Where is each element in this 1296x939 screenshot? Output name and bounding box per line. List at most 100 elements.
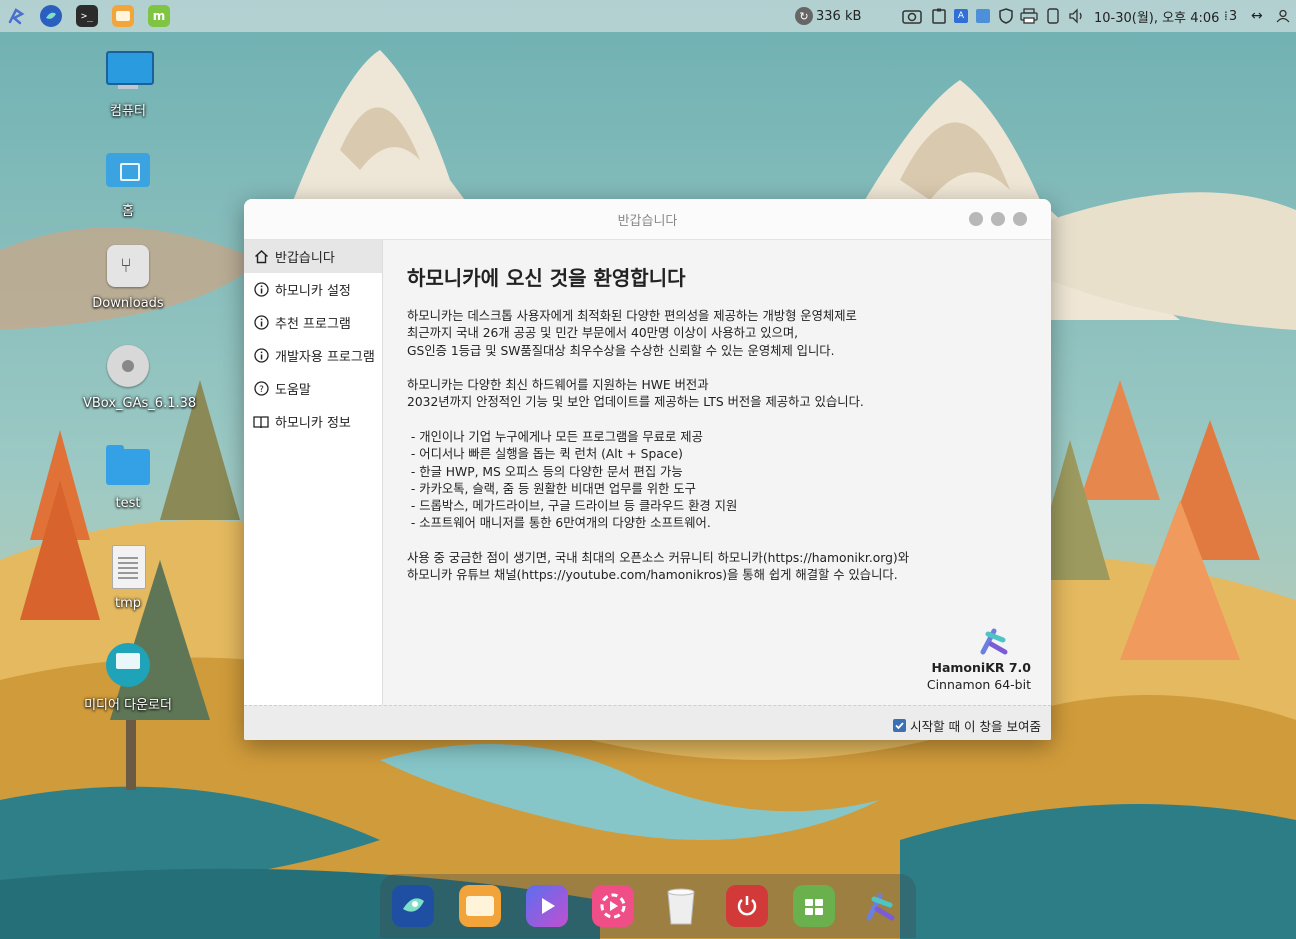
text-line: 하모니카는 다양한 최신 하드웨어를 지원하는 HWE 버전과	[407, 378, 709, 392]
sync-icon: ↻	[795, 7, 813, 25]
dock-power-icon[interactable]	[726, 885, 768, 927]
desktop-icon-label: 미디어 다운로더	[84, 698, 172, 713]
home-folder-icon	[106, 149, 150, 193]
info-icon	[253, 315, 269, 331]
dock-software-manager-icon[interactable]	[793, 885, 835, 927]
clipboard-icon[interactable]	[931, 7, 947, 25]
dialog-title: 반갑습니다	[617, 214, 678, 229]
sidebar-item-label: 하모니카 설정	[275, 284, 351, 299]
notification-icon: ⁞	[1224, 9, 1228, 23]
notifications-indicator[interactable]: ⁞ 3	[1224, 7, 1237, 25]
brand-edition: Cinnamon 64-bit	[926, 677, 1031, 692]
files-launcher-icon[interactable]	[112, 5, 134, 27]
brand-block: HamoniKR 7.0 Cinnamon 64-bit	[927, 625, 1031, 692]
mint-launcher-icon[interactable]: m	[148, 5, 170, 27]
clock[interactable]: 10-30(월), 오후 4:06	[1094, 7, 1220, 26]
checkbox-checked-icon[interactable]	[893, 719, 907, 732]
dialog-sidebar: 반갑습니다 하모니카 설정 추천 프로그램 개발자용 프로그램 ? 도움말 하모…	[244, 240, 383, 705]
dock-hamonikr-launcher-icon[interactable]	[859, 885, 901, 927]
text-line: 최근까지 국내 26개 공공 및 민간 부문에서 40만명 이상이 사용하고 있…	[407, 326, 799, 341]
dock-files-icon[interactable]	[459, 885, 501, 927]
desktop-icon-downloads[interactable]: ⑂ Downloads	[83, 245, 173, 311]
dock	[380, 874, 916, 938]
update-manager-icon[interactable]	[976, 7, 990, 25]
phone-connect-icon[interactable]	[1047, 7, 1059, 25]
versions-paragraph: 하모니카는 다양한 최신 하드웨어를 지원하는 HWE 버전과 2032년까지 …	[407, 377, 864, 412]
show-on-startup-checkbox[interactable]: 시작할 때 이 창을 보여줌	[893, 716, 1041, 735]
printer-icon[interactable]	[1020, 7, 1038, 25]
disc-icon	[106, 345, 150, 389]
terminal-launcher-icon[interactable]: >_	[76, 5, 98, 27]
clock-text: 10-30(월), 오후 4:06	[1094, 10, 1220, 26]
computer-icon	[106, 49, 154, 93]
desktop-icon-label: VBox_GAs_6.1.38	[83, 396, 197, 411]
dock-media-player-icon[interactable]	[526, 885, 568, 927]
minimize-button[interactable]	[969, 212, 983, 226]
dock-browser-icon[interactable]	[392, 885, 434, 927]
sidebar-item-about[interactable]: 하모니카 정보	[244, 405, 382, 438]
folder-icon	[106, 445, 150, 489]
sidebar-item-label: 개발자용 프로그램	[275, 350, 375, 365]
desktop-icon-label: 홈	[122, 204, 134, 219]
text-line: 하모니카는 데스크톱 사용자에게 최적화된 다양한 편의성을 제공하는 개방형 …	[407, 309, 857, 323]
dialog-titlebar[interactable]: 반갑습니다	[244, 199, 1051, 240]
desktop-icon-tmp[interactable]: tmp	[83, 545, 173, 611]
intro-paragraph: 하모니카는 데스크톱 사용자에게 최적화된 다양한 편의성을 제공하는 개방형 …	[407, 308, 857, 360]
help-icon: ?	[253, 381, 269, 397]
top-panel: >_ m ↻ 336 kB A 10-30(월), 오후 4:06 ⁞ 3 ↔	[0, 0, 1296, 32]
sidebar-item-welcome[interactable]: 반갑습니다	[244, 240, 382, 273]
maximize-button[interactable]	[991, 212, 1005, 226]
desktop-icon-media-downloader[interactable]: 미디어 다운로더	[83, 643, 173, 713]
desktop-icon-label: Downloads	[92, 296, 164, 311]
desktop-icon-home[interactable]: 홈	[83, 149, 173, 219]
network-speed-text: 336 kB	[816, 8, 862, 24]
desktop-icon-vbox[interactable]: VBox_GAs_6.1.38	[83, 345, 197, 411]
workspace-count: 3	[1228, 8, 1238, 24]
info-icon	[253, 282, 269, 298]
desktop-icon-label: test	[115, 496, 141, 511]
sidebar-item-label: 하모니카 정보	[275, 416, 351, 431]
community-paragraph: 사용 중 궁금한 점이 생기면, 국내 최대의 오픈소스 커뮤니티 하모니카(h…	[407, 550, 909, 585]
sidebar-item-label: 반갑습니다	[275, 251, 335, 266]
info-icon	[253, 348, 269, 364]
welcome-heading: 하모니카에 오신 것을 환영합니다	[407, 266, 686, 290]
svg-text:?: ?	[259, 385, 264, 395]
sidebar-item-help[interactable]: ? 도움말	[244, 372, 382, 405]
book-icon	[253, 414, 269, 430]
text-line: 2032년까지 안정적인 기능 및 보안 업데이트를 제공하는 LTS 버전을 …	[407, 395, 864, 410]
hamonikr-logo-icon	[927, 625, 1031, 657]
desktop-icon-computer[interactable]: 컴퓨터	[83, 49, 173, 119]
sidebar-item-recommended[interactable]: 추천 프로그램	[244, 306, 382, 339]
dock-video-app-icon[interactable]	[592, 885, 634, 927]
welcome-content: 하모니카에 오신 것을 환영합니다 하모니카는 데스크톱 사용자에게 최적화된 …	[383, 240, 1051, 705]
text-line: 사용 중 궁금한 점이 생기면, 국내 최대의 오픈소스 커뮤니티 하모니카(h…	[407, 551, 910, 565]
browser-launcher-icon[interactable]	[40, 5, 62, 27]
sidebar-item-label: 도움말	[275, 383, 311, 398]
brand-name: HamoniKR 7.0	[931, 660, 1032, 675]
close-button[interactable]	[1013, 212, 1027, 226]
volume-icon[interactable]	[1068, 7, 1086, 25]
dialog-bottom-bar: 시작할 때 이 창을 보여줌	[244, 705, 1051, 740]
screenshot-icon[interactable]	[902, 7, 922, 25]
text-line: GS인증 1등급 및 SW품질대상 최우수상을 수상한 신뢰할 수 있는 운영체…	[407, 343, 835, 358]
user-menu-icon[interactable]	[1276, 7, 1290, 25]
sidebar-item-developer[interactable]: 개발자용 프로그램	[244, 339, 382, 372]
network-speed-indicator[interactable]: ↻ 336 kB	[795, 7, 861, 25]
workspace-switch-icon[interactable]: ↔	[1251, 7, 1263, 25]
input-method-icon[interactable]: A	[954, 7, 968, 25]
text-file-icon	[106, 545, 150, 589]
sidebar-item-settings[interactable]: 하모니카 설정	[244, 273, 382, 306]
desktop-icon-label: tmp	[114, 596, 141, 611]
security-shield-icon[interactable]	[998, 7, 1014, 25]
media-downloader-icon	[106, 643, 150, 687]
feature-item: - 드롭박스, 메가드라이브, 구글 드라이브 등 클라우드 환경 지원	[407, 499, 738, 514]
hamonikr-menu-icon[interactable]	[5, 5, 27, 27]
text-line: 하모니카 유튜브 채널(https://youtube.com/hamonikr…	[407, 568, 898, 583]
feature-item: - 소프트웨어 매니저를 통한 6만여개의 다양한 소프트웨어.	[407, 516, 711, 531]
welcome-dialog: 반갑습니다 반갑습니다 하모니카 설정 추천 프로그램 개발자용 프로그램 ? …	[244, 199, 1051, 740]
dock-trash-icon[interactable]	[660, 885, 702, 927]
home-icon	[253, 249, 269, 265]
feature-item: - 개인이나 기업 누구에게나 모든 프로그램을 무료로 제공	[407, 430, 703, 444]
desktop-icon-test[interactable]: test	[83, 445, 173, 511]
usb-drive-icon: ⑂	[106, 245, 150, 289]
